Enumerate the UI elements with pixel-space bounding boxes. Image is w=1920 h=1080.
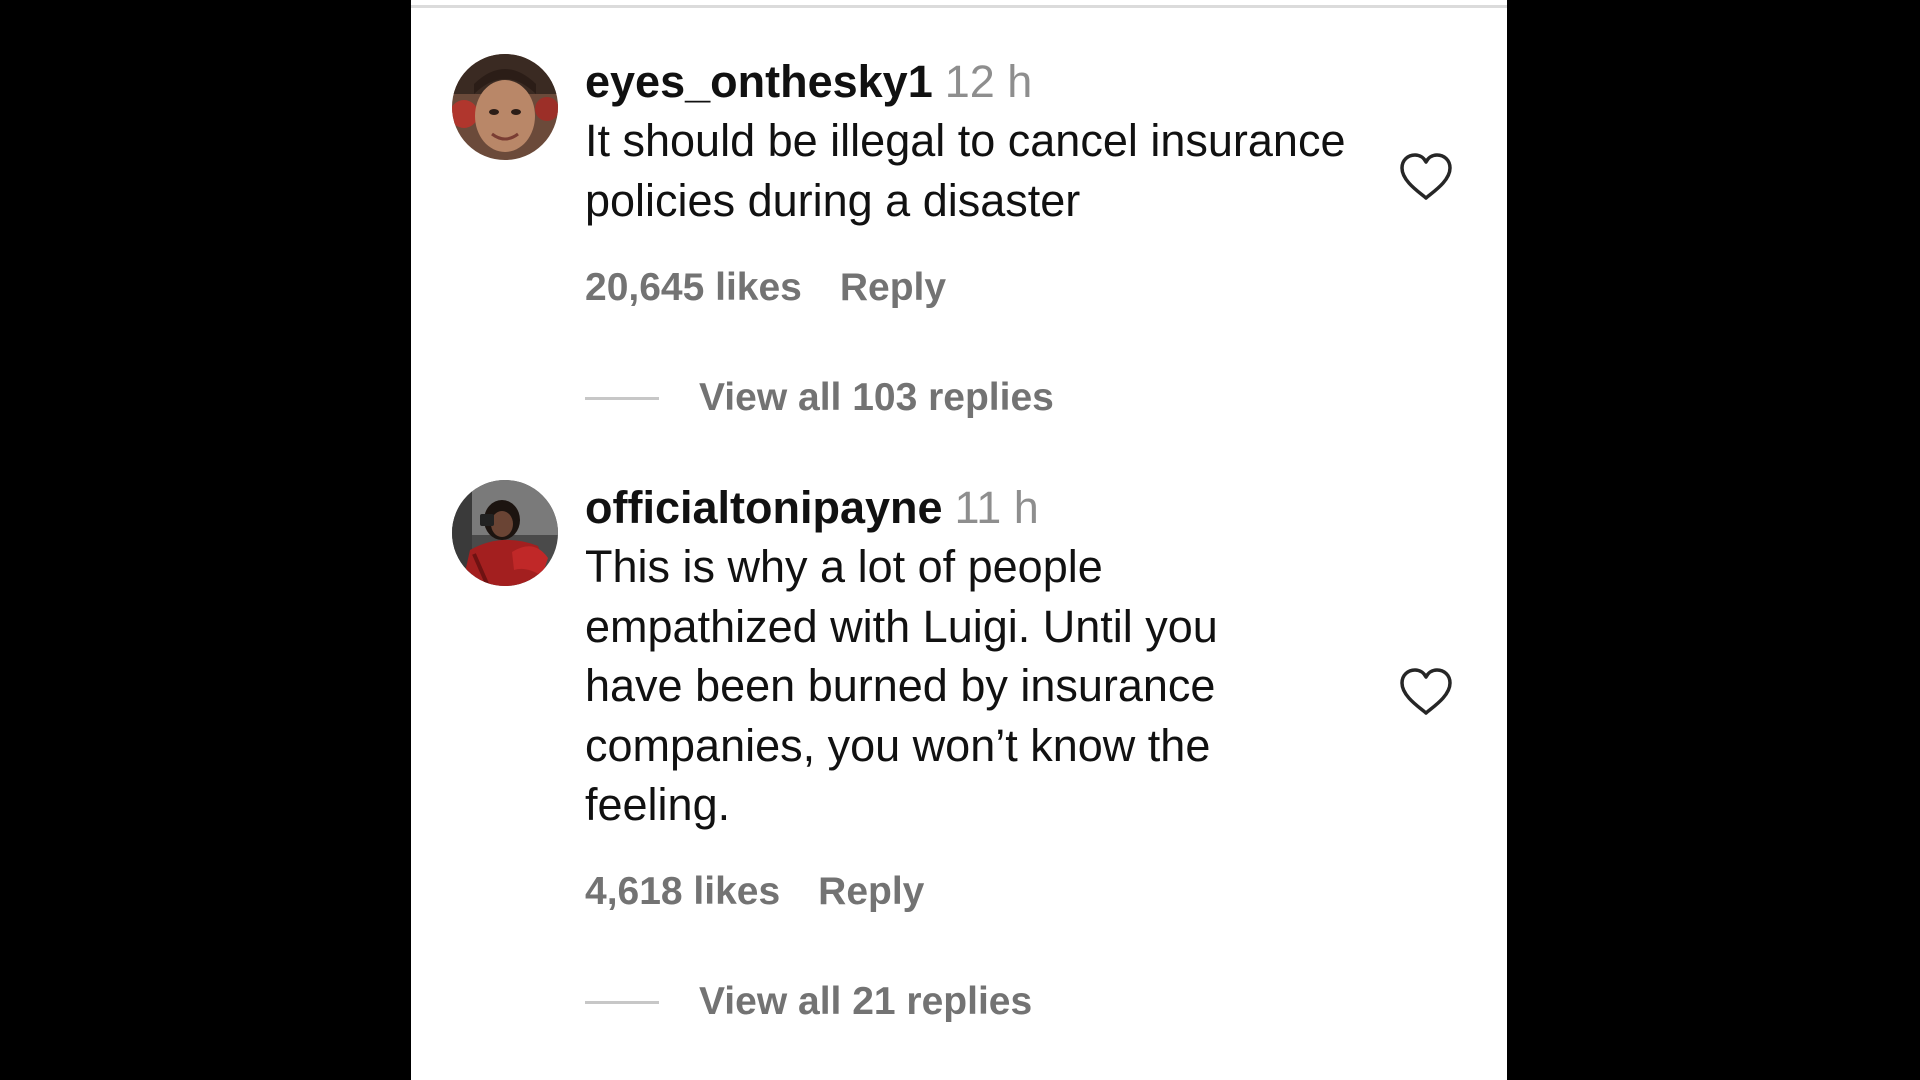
comment-text: It should be illegal to cancel insurance… — [585, 115, 1346, 226]
avatar[interactable] — [452, 480, 558, 586]
view-replies-label: View all 103 replies — [699, 376, 1054, 419]
like-count: 4,618 likes — [585, 870, 781, 913]
view-replies-button[interactable]: View all 103 replies — [585, 376, 1054, 420]
divider — [411, 5, 1507, 8]
comments-panel: eyes_onthesky1 12 h It should be illegal … — [411, 0, 1507, 1080]
comment-timestamp: 11 h — [954, 482, 1039, 533]
view-replies-label: View all 21 replies — [699, 980, 1033, 1023]
replies-line — [585, 396, 659, 400]
heart-outline-icon — [1400, 668, 1452, 715]
comment-username[interactable]: officialtonipayne — [585, 482, 943, 533]
avatar[interactable] — [452, 54, 558, 160]
comment-text: This is why a lot of people empathized w… — [585, 541, 1218, 830]
comment-username[interactable]: eyes_onthesky1 — [585, 56, 933, 107]
like-button[interactable] — [1399, 667, 1453, 717]
comment-timestamp: 12 h — [944, 56, 1033, 107]
avatar-image — [452, 480, 558, 586]
replies-line — [585, 1000, 659, 1004]
like-button[interactable] — [1399, 152, 1453, 202]
avatar-image — [452, 54, 558, 160]
heart-outline-icon — [1400, 153, 1452, 200]
like-count: 20,645 likes — [585, 266, 802, 309]
view-replies-button[interactable]: View all 21 replies — [585, 980, 1032, 1024]
reply-button[interactable]: Reply — [840, 266, 946, 309]
reply-button[interactable]: Reply — [818, 870, 924, 913]
